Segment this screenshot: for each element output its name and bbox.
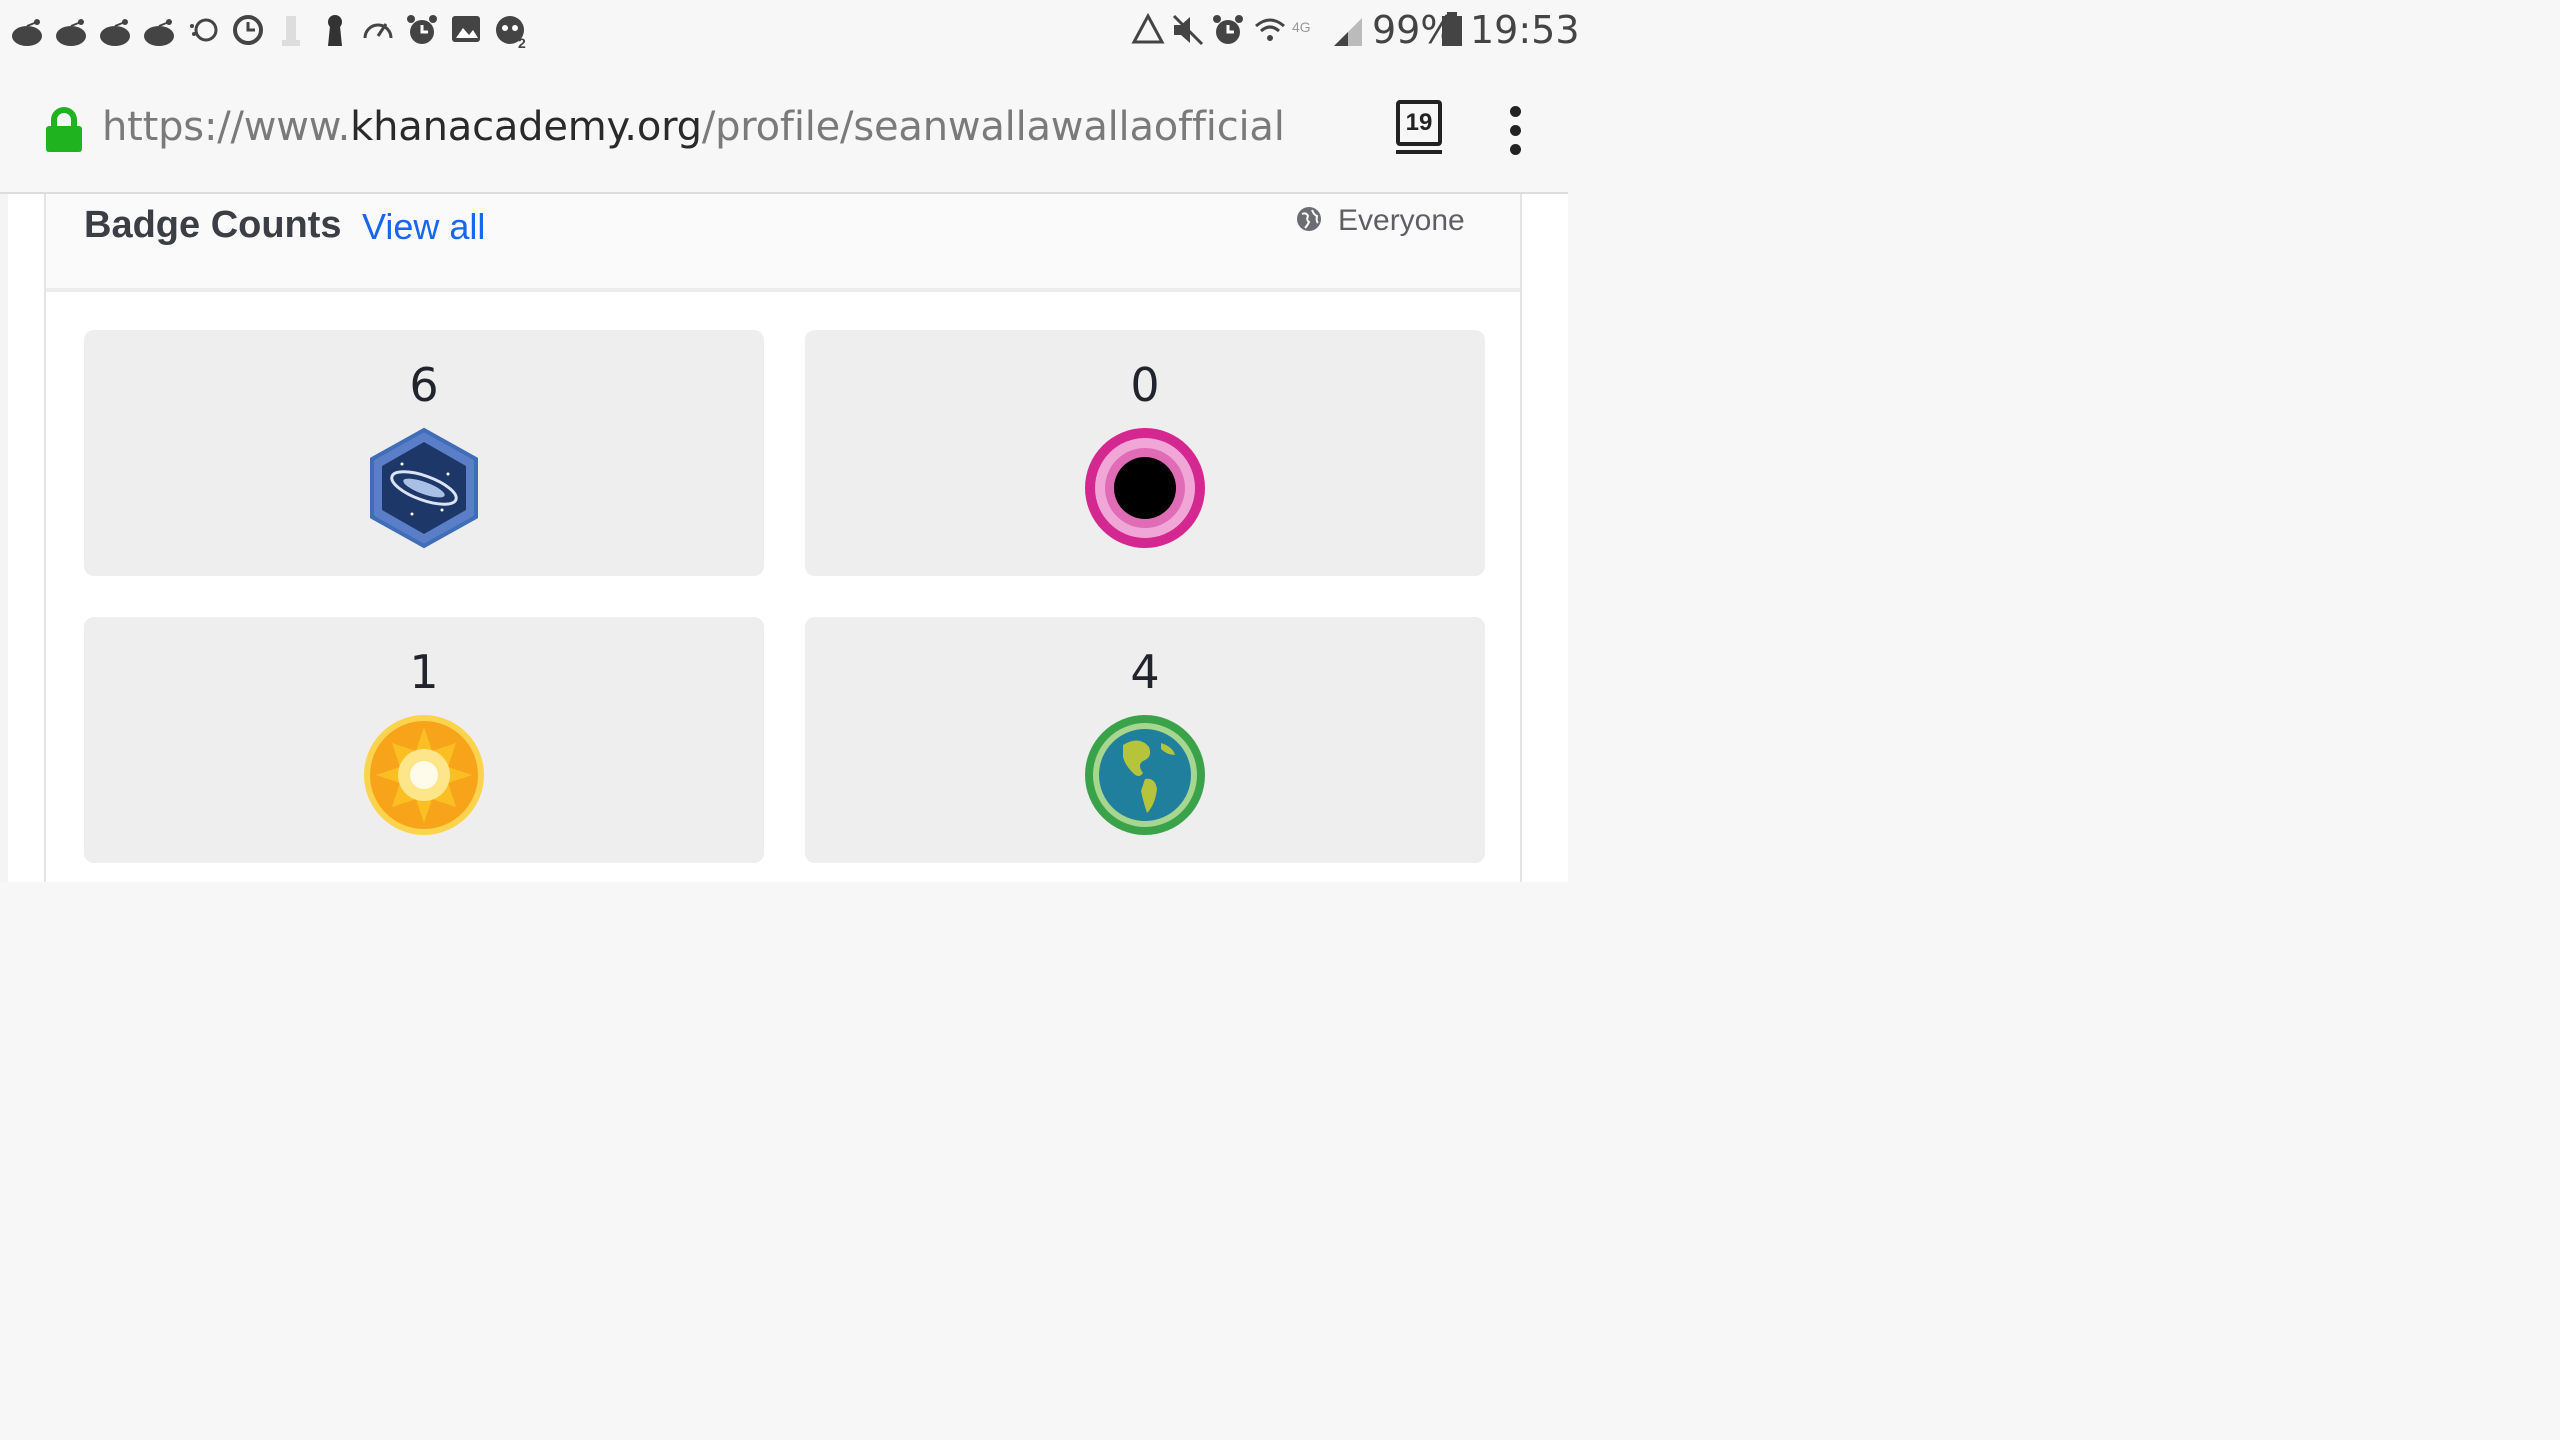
status-time: 19:53: [1470, 8, 1580, 52]
clock-icon: [233, 15, 263, 45]
sun-badge-icon: [364, 715, 484, 835]
image-icon: [452, 16, 480, 42]
earth-badge-icon: [1085, 715, 1205, 835]
badge-count: 4: [1130, 645, 1160, 699]
view-all-link[interactable]: View all: [362, 206, 485, 248]
galaxy-badge-icon: [370, 427, 478, 549]
alarm-icon: [407, 15, 437, 44]
bot-icon: 2: [496, 16, 526, 50]
badge-count: 0: [1130, 358, 1160, 412]
globe-icon: [1297, 207, 1321, 231]
sync-icon: [190, 18, 218, 42]
page-content: Badge Counts View all Everyone 6 0 1 4: [0, 194, 1568, 882]
svg-text:4G: 4G: [1292, 19, 1311, 35]
black-hole-badge-icon: [1085, 428, 1205, 548]
visibility-label[interactable]: Everyone: [1338, 204, 1465, 238]
reddit-icon: [12, 19, 42, 46]
badge-counts-card: Badge Counts View all Everyone 6 0 1 4: [44, 194, 1522, 882]
card-header: Badge Counts View all Everyone: [46, 194, 1520, 292]
url-domain: khanacademy.org: [350, 104, 702, 150]
keyhole-icon: [328, 15, 342, 46]
lte-icon: 4G: [1292, 19, 1311, 35]
speedometer-icon: [363, 23, 393, 39]
alarm-icon: [1213, 15, 1243, 44]
reddit-icon: [56, 19, 86, 46]
badge-tile-galaxy[interactable]: 6: [84, 330, 764, 576]
badge-count: 6: [409, 358, 439, 412]
url-path: /profile/seanwallawallaofficial: [701, 104, 1285, 150]
chess-icon: [282, 16, 300, 46]
reddit-icon: [100, 19, 130, 46]
url-scheme: https://www.: [102, 104, 351, 150]
badge-count: 1: [409, 645, 439, 699]
url-field[interactable]: https://www.khanacademy.org/profile/sean…: [102, 104, 1285, 150]
lock-icon[interactable]: [44, 106, 84, 154]
recycle-icon: [1131, 12, 1165, 44]
badge-tile-earth[interactable]: 4: [805, 617, 1485, 863]
signal-icon: [1334, 18, 1362, 46]
tab-switcher-button[interactable]: 19: [1396, 100, 1442, 154]
badge-tile-black-hole[interactable]: 0: [805, 330, 1485, 576]
section-title: Badge Counts: [84, 204, 342, 246]
wifi-icon: [1255, 18, 1285, 41]
mute-icon: [1172, 14, 1204, 46]
badge-tile-sun[interactable]: 1: [84, 617, 764, 863]
browser-toolbar: https://www.khanacademy.org/profile/sean…: [0, 64, 1568, 194]
battery-icon: [1442, 12, 1462, 46]
reddit-icon: [144, 19, 174, 46]
svg-text:2: 2: [518, 35, 526, 50]
more-menu-icon[interactable]: [1500, 106, 1530, 156]
status-bar: 2 4G 99% 19:53: [0, 0, 1580, 64]
